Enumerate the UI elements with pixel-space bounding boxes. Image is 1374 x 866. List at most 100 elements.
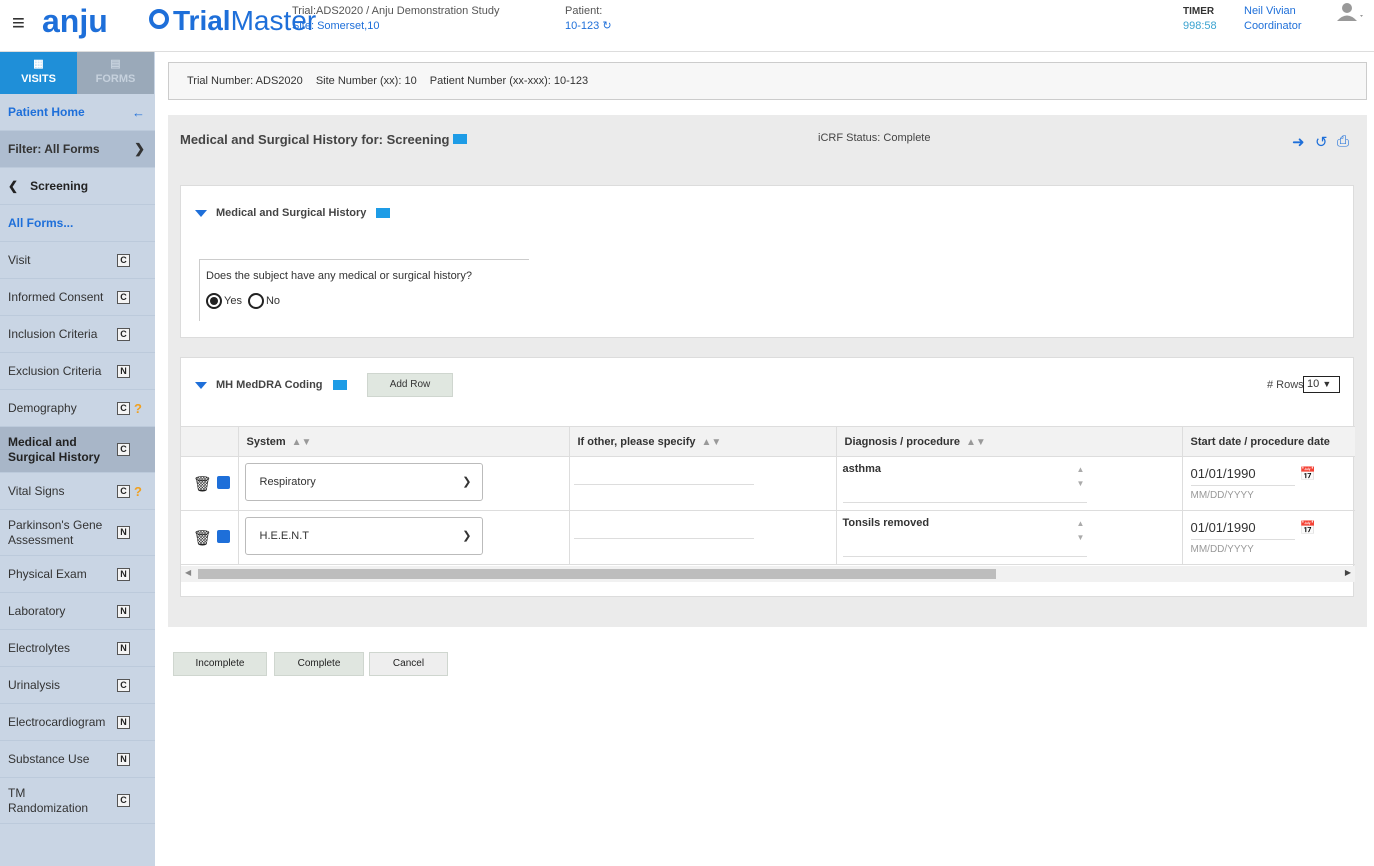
sidebar-screening[interactable]: ❮ Screening bbox=[0, 168, 155, 205]
column-header-start-date[interactable]: Start date / procedure date bbox=[1181, 426, 1355, 457]
patient-info: Patient: 10-123 ↻ bbox=[565, 4, 612, 34]
edit-icon[interactable] bbox=[217, 476, 230, 489]
sort-icon[interactable]: ▲▼ bbox=[292, 437, 312, 448]
textarea-scrollbar[interactable]: ▲ ▼ bbox=[1075, 463, 1087, 499]
medical-history-section: Medical and Surgical History Does the su… bbox=[180, 185, 1354, 338]
textarea-scrollbar[interactable]: ▲ ▼ bbox=[1075, 517, 1087, 553]
sidebar-item-label: Parkinson's Gene Assessment bbox=[8, 517, 103, 547]
sidebar-item-label: Exclusion Criteria bbox=[8, 363, 102, 378]
collapse-triangle-icon[interactable] bbox=[195, 209, 207, 217]
sidebar-item-informed-consent[interactable]: Informed Consent C bbox=[0, 279, 155, 316]
sidebar-patient-home[interactable]: Patient Home ← bbox=[0, 94, 155, 131]
patient-value[interactable]: 10-123 bbox=[565, 20, 599, 32]
sidebar-item-vital-signs[interactable]: Vital Signs C ? bbox=[0, 473, 155, 510]
table-row: 🗑 Respiratory ❯ asthma ▲ ▼ 01/01/1990 📅 … bbox=[181, 456, 1355, 511]
diagnosis-field[interactable]: Tonsils removed ▲ ▼ bbox=[842, 517, 1087, 557]
form-menu-icon[interactable] bbox=[453, 133, 468, 144]
tab-forms[interactable]: ▤ FORMS bbox=[77, 52, 154, 94]
section-header[interactable]: Medical and Surgical History bbox=[195, 207, 391, 219]
no-radio[interactable] bbox=[247, 293, 264, 309]
calendar-icon[interactable]: 📅 bbox=[1300, 466, 1316, 482]
column-header-other[interactable]: If other, please specify ▲▼ bbox=[568, 426, 836, 457]
collapse-triangle-icon[interactable] bbox=[195, 381, 207, 389]
patient-number: Patient Number (xx-xxx): 10-123 bbox=[429, 75, 589, 87]
column-header-diagnosis[interactable]: Diagnosis / procedure ▲▼ bbox=[835, 426, 1182, 457]
history-icon[interactable]: ↺ bbox=[1315, 133, 1328, 151]
sidebar-item-label: Physical Exam bbox=[8, 566, 87, 581]
sort-icon[interactable]: ▲▼ bbox=[702, 437, 722, 448]
print-icon[interactable]: ⎙ bbox=[1337, 133, 1349, 150]
sidebar-item-label: Medical and Surgical History bbox=[8, 434, 101, 464]
status-badge: N bbox=[117, 604, 130, 618]
cancel-button[interactable]: Cancel bbox=[369, 652, 448, 676]
user-name[interactable]: Neil Vivian bbox=[1244, 4, 1301, 19]
patient-value-row[interactable]: 10-123 ↻ bbox=[565, 19, 612, 34]
section-header[interactable]: MH MedDRA Coding bbox=[195, 379, 347, 391]
chevron-right-icon[interactable]: ❯ bbox=[134, 141, 145, 157]
sidebar-all-forms[interactable]: All Forms... bbox=[0, 205, 155, 242]
chevron-left-icon[interactable]: ❮ bbox=[8, 179, 18, 193]
sidebar-item-urinalysis[interactable]: Urinalysis C bbox=[0, 667, 155, 704]
diagnosis-field[interactable]: asthma ▲ ▼ bbox=[842, 463, 1087, 503]
scroll-right-icon[interactable]: ▶ bbox=[1345, 568, 1351, 577]
sidebar-item-inclusion-criteria[interactable]: Inclusion Criteria C bbox=[0, 316, 155, 353]
start-date-field[interactable]: 01/01/1990 bbox=[1190, 520, 1295, 540]
section-menu-icon[interactable] bbox=[376, 208, 391, 218]
query-flag[interactable]: ? bbox=[134, 484, 142, 499]
calendar-icon[interactable]: 📅 bbox=[1300, 520, 1316, 536]
other-specify-field[interactable] bbox=[573, 484, 754, 485]
chevron-down-icon: ❯ bbox=[462, 476, 472, 488]
sidebar-item-exclusion-criteria[interactable]: Exclusion Criteria N bbox=[0, 353, 155, 390]
list-icon: ▤ bbox=[110, 58, 121, 70]
user-info[interactable]: Neil Vivian Coordinator bbox=[1244, 4, 1301, 34]
other-specify-field[interactable] bbox=[573, 538, 754, 539]
scrollbar-thumb[interactable] bbox=[198, 569, 996, 579]
trial-info: Trial:ADS2020 / Anju Demonstration Study… bbox=[292, 4, 499, 34]
status-badge: C bbox=[117, 290, 130, 304]
trash-icon[interactable]: 🗑 bbox=[193, 529, 212, 547]
add-row-button[interactable]: Add Row bbox=[367, 373, 453, 397]
sort-icon[interactable]: ▲▼ bbox=[966, 437, 986, 448]
column-header-system[interactable]: System ▲▼ bbox=[237, 426, 569, 457]
yes-label[interactable]: Yes bbox=[224, 295, 242, 307]
scroll-left-icon[interactable]: ◀ bbox=[185, 568, 191, 577]
sidebar-item-electrocardiogram[interactable]: Electrocardiogram N bbox=[0, 704, 155, 741]
user-role[interactable]: Coordinator bbox=[1244, 19, 1301, 34]
horizontal-scrollbar[interactable]: ◀ ▶ bbox=[181, 566, 1355, 582]
system-value: H.E.E.N.T bbox=[259, 530, 310, 542]
sidebar-item-demography[interactable]: Demography C ? bbox=[0, 390, 155, 427]
sidebar-item-electrolytes[interactable]: Electrolytes N bbox=[0, 630, 155, 667]
incomplete-button[interactable]: Incomplete bbox=[173, 652, 267, 676]
system-select[interactable]: Respiratory ❯ bbox=[244, 463, 483, 501]
sidebar-item-label: Electrocardiogram bbox=[8, 714, 106, 729]
edit-icon[interactable] bbox=[217, 530, 230, 543]
date-cell: 01/01/1990 📅 MM/DD/YYYY bbox=[1181, 510, 1355, 565]
sidebar-filter[interactable]: Filter: All Forms ❯ bbox=[0, 131, 155, 168]
trash-icon[interactable]: 🗑 bbox=[193, 475, 212, 493]
export-icon[interactable]: ➜ bbox=[1292, 133, 1305, 151]
system-cell: H.E.E.N.T ❯ bbox=[237, 510, 569, 565]
query-flag[interactable]: ? bbox=[134, 401, 142, 416]
refresh-icon[interactable]: ↻ bbox=[602, 20, 611, 32]
sidebar-item-physical-exam[interactable]: Physical Exam N bbox=[0, 556, 155, 593]
sidebar-item-laboratory[interactable]: Laboratory N bbox=[0, 593, 155, 630]
complete-button[interactable]: Complete bbox=[274, 652, 364, 676]
start-date-field[interactable]: 01/01/1990 bbox=[1190, 466, 1295, 486]
sidebar-item-parkinsons-gene-assessment[interactable]: Parkinson's Gene Assessment N bbox=[0, 510, 155, 556]
rows-select[interactable]: 10 ▼ bbox=[1303, 376, 1340, 393]
yes-radio[interactable] bbox=[206, 293, 222, 309]
sidebar-item-visit[interactable]: Visit C bbox=[0, 242, 155, 279]
no-label[interactable]: No bbox=[266, 295, 280, 307]
sidebar-item-tm-randomization[interactable]: TM Randomization C bbox=[0, 778, 155, 824]
system-value: Respiratory bbox=[259, 476, 316, 488]
site-line[interactable]: Site: Somerset,10 bbox=[292, 19, 499, 34]
section-menu-icon[interactable] bbox=[332, 380, 347, 390]
user-avatar-icon[interactable] bbox=[1335, 2, 1365, 26]
hamburger-icon[interactable]: ≡ bbox=[12, 12, 25, 34]
sidebar-item-substance-use[interactable]: Substance Use N bbox=[0, 741, 155, 778]
sidebar-item-medical-surgical-history[interactable]: Medical and Surgical History C bbox=[0, 427, 155, 473]
tab-visits[interactable]: ▦ VISITS bbox=[0, 52, 77, 94]
system-select[interactable]: H.E.E.N.T ❯ bbox=[244, 517, 483, 555]
sidebar-item-label: Substance Use bbox=[8, 751, 90, 766]
arrow-left-icon[interactable]: ← bbox=[132, 105, 145, 120]
